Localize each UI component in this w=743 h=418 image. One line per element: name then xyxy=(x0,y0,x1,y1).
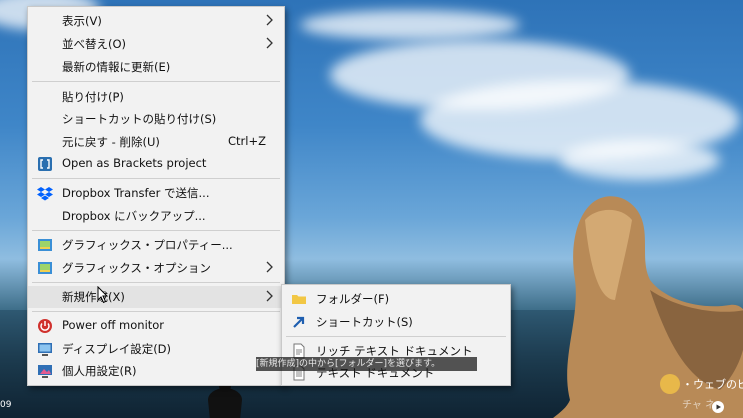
menu-item-power-off-monitor[interactable]: Power off monitor xyxy=(28,315,284,337)
menu-item-label: 並べ替え(O) xyxy=(62,37,127,51)
display-icon xyxy=(38,343,52,356)
menu-item-personalize[interactable]: 個人用設定(R) xyxy=(28,360,284,382)
menu-item-paste[interactable]: 貼り付け(P) xyxy=(28,86,284,108)
video-subtitle: [新規作成]の中から[フォルダー]を選びます。 xyxy=(256,357,477,371)
graphics-icon xyxy=(38,239,52,251)
dropbox-icon xyxy=(37,187,53,201)
desktop-context-menu: 表示(V) 並べ替え(O) 最新の情報に更新(E) 貼り付け(P) ショートカッ… xyxy=(27,6,285,386)
menu-item-dropbox-backup[interactable]: Dropbox にバックアップ... xyxy=(28,205,284,227)
menu-item-label: ショートカットの貼り付け(S) xyxy=(62,112,217,126)
menu-separator xyxy=(32,178,280,179)
brackets-icon xyxy=(38,157,52,171)
cloud xyxy=(560,140,720,180)
graphics-icon xyxy=(38,262,52,274)
mouse-cursor-icon xyxy=(97,286,109,304)
menu-item-label: 新規作成(X) xyxy=(62,290,125,304)
logo-text: ・ウェブのピ xyxy=(682,378,743,391)
menu-item-label: 元に戻す - 削除(U) xyxy=(62,135,160,149)
menu-item-label: Power off monitor xyxy=(62,318,165,332)
submenu-item-shortcut[interactable]: ショートカット(S) xyxy=(282,311,510,333)
channel-logo: ・ウェブのピ チャ ネ xyxy=(660,372,743,418)
shortcut-arrow-icon xyxy=(293,316,305,328)
menu-item-view[interactable]: 表示(V) xyxy=(28,10,284,32)
menu-item-label: Dropbox にバックアップ... xyxy=(62,209,206,223)
menu-item-label: 最新の情報に更新(E) xyxy=(62,60,171,74)
menu-item-paste-shortcut[interactable]: ショートカットの貼り付け(S) xyxy=(28,108,284,130)
menu-separator xyxy=(32,311,280,312)
chevron-right-icon xyxy=(266,37,273,49)
menu-item-dropbox-transfer[interactable]: Dropbox Transfer で送信... xyxy=(28,182,284,204)
video-timestamp: 09 xyxy=(0,400,12,410)
cloud xyxy=(300,10,520,40)
menu-item-label: 表示(V) xyxy=(62,14,102,28)
power-icon xyxy=(38,319,52,333)
play-icon[interactable] xyxy=(712,401,724,413)
menu-item-label: フォルダー(F) xyxy=(316,292,390,306)
menu-item-refresh[interactable]: 最新の情報に更新(E) xyxy=(28,56,284,78)
menu-item-undo-delete[interactable]: 元に戻す - 削除(U) Ctrl+Z xyxy=(28,131,284,153)
logo-bulb-icon xyxy=(660,374,680,394)
menu-separator xyxy=(32,282,280,283)
submenu-item-folder[interactable]: フォルダー(F) xyxy=(282,288,510,310)
folder-icon xyxy=(292,295,306,304)
menu-item-label: グラフィックス・プロパティー... xyxy=(62,238,233,252)
menu-item-graphics-options[interactable]: グラフィックス・オプション xyxy=(28,257,284,279)
menu-separator xyxy=(286,336,506,337)
menu-item-sort[interactable]: 並べ替え(O) xyxy=(28,33,284,55)
menu-item-label: グラフィックス・オプション xyxy=(62,261,211,275)
personalize-icon xyxy=(38,365,52,378)
menu-item-label: 貼り付け(P) xyxy=(62,90,124,104)
menu-separator xyxy=(32,81,280,82)
shortcut-label: Ctrl+Z xyxy=(228,134,266,148)
menu-item-label: Open as Brackets project xyxy=(62,156,207,170)
menu-item-label: ディスプレイ設定(D) xyxy=(62,342,172,356)
chevron-right-icon xyxy=(266,261,273,273)
logo-text: チャ ネ xyxy=(682,400,716,411)
menu-item-label: ショートカット(S) xyxy=(316,315,413,329)
menu-item-label: 個人用設定(R) xyxy=(62,364,137,378)
menu-item-new[interactable]: 新規作成(X) xyxy=(28,286,284,308)
chevron-right-icon xyxy=(266,290,273,302)
menu-item-display-settings[interactable]: ディスプレイ設定(D) xyxy=(28,338,284,360)
chevron-right-icon xyxy=(266,14,273,26)
menu-item-label: Dropbox Transfer で送信... xyxy=(62,186,210,200)
menu-separator xyxy=(32,230,280,231)
menu-item-open-brackets[interactable]: Open as Brackets project xyxy=(28,153,284,175)
menu-item-graphics-properties[interactable]: グラフィックス・プロパティー... xyxy=(28,234,284,256)
